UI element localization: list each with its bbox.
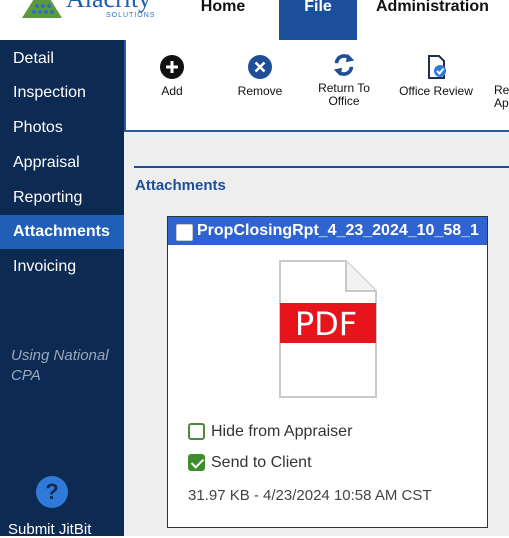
- hide-from-appraiser-checkbox[interactable]: [188, 423, 205, 440]
- sidebar-item-appraisal[interactable]: Appraisal: [0, 146, 124, 180]
- nav-tab-file[interactable]: File: [279, 0, 357, 40]
- page-title: Attachments: [135, 177, 226, 194]
- pdf-icon-label: PDF: [295, 305, 357, 343]
- attachment-card: PropClosingRpt_4_23_2024_10_58_1 PDF Hid…: [167, 216, 488, 528]
- send-to-client-checkbox[interactable]: [188, 454, 205, 471]
- toolbar: Add Remove Return To Office Office Revie…: [124, 40, 509, 132]
- sidebar-item-attachments[interactable]: Attachments: [0, 215, 124, 249]
- remove-button[interactable]: Remove: [234, 54, 286, 98]
- submit-jitbit-link[interactable]: Submit JitBit: [8, 521, 91, 538]
- logo: Alacrity SOLUTIONS: [20, 0, 160, 26]
- return-to-office-button[interactable]: Return To Office: [314, 52, 374, 108]
- hide-from-appraiser-option[interactable]: Hide from Appraiser: [188, 423, 352, 441]
- x-circle-icon: [248, 55, 272, 79]
- attachment-header: PropClosingRpt_4_23_2024_10_58_1: [168, 217, 487, 245]
- return-to-office-label: Return To Office: [318, 81, 370, 108]
- sidebar-item-invoicing[interactable]: Invoicing: [0, 250, 124, 284]
- partial-button-label: Re Ap: [494, 84, 509, 110]
- office-review-label: Office Review: [399, 84, 473, 98]
- main-content: Attachments PropClosingRpt_4_23_2024_10_…: [124, 132, 509, 536]
- office-review-button[interactable]: Office Review: [394, 54, 478, 98]
- add-label: Add: [161, 84, 183, 98]
- select-attachment-checkbox[interactable]: [176, 224, 193, 241]
- refresh-arrows-icon: [333, 53, 355, 77]
- document-check-icon: [428, 55, 446, 79]
- sidebar-item-reporting[interactable]: Reporting: [0, 181, 124, 215]
- partial-icon: [502, 54, 509, 80]
- hide-from-appraiser-label: Hide from Appraiser: [211, 423, 353, 440]
- sidebar-item-photos[interactable]: Photos: [0, 111, 124, 145]
- help-icon[interactable]: ?: [36, 476, 68, 508]
- nav-tab-home[interactable]: Home: [188, 0, 258, 40]
- attachment-meta: 31.97 KB - 4/23/2024 10:58 AM CST: [188, 487, 432, 504]
- pdf-file-icon[interactable]: PDF: [278, 259, 378, 399]
- attachment-file-name[interactable]: PropClosingRpt_4_23_2024_10_58_1: [197, 217, 479, 245]
- partial-toolbar-button[interactable]: Re Ap: [494, 54, 509, 110]
- send-to-client-label: Send to Client: [211, 454, 312, 471]
- plus-circle-icon: [160, 55, 184, 79]
- add-button[interactable]: Add: [156, 54, 188, 98]
- logo-mark-icon: [22, 0, 62, 18]
- section-divider: [134, 166, 509, 168]
- sidebar-item-inspection[interactable]: Inspection: [0, 76, 124, 110]
- sidebar-note: Using National CPA: [11, 347, 109, 384]
- remove-label: Remove: [237, 84, 283, 98]
- sidebar: Detail Inspection Photos Appraisal Repor…: [0, 40, 124, 538]
- top-navigation: Alacrity SOLUTIONS Home File Administrat…: [0, 0, 509, 40]
- sidebar-item-detail[interactable]: Detail: [0, 42, 124, 76]
- nav-tab-administration[interactable]: Administration: [376, 0, 509, 40]
- brand-subtitle: SOLUTIONS: [106, 12, 156, 19]
- send-to-client-option[interactable]: Send to Client: [188, 454, 312, 472]
